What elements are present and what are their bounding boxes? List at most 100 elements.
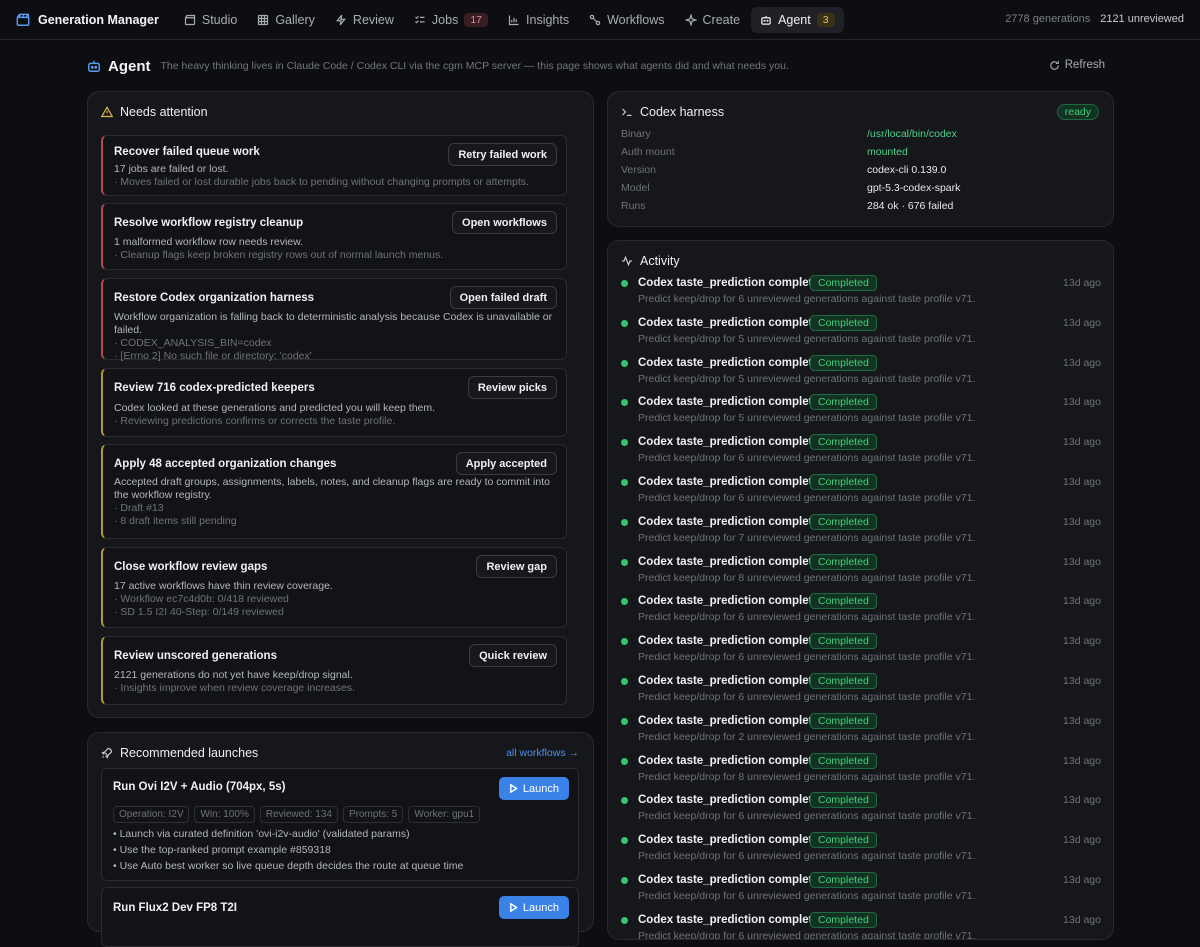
activity-item[interactable]: Codex taste_prediction completed Complete… [621,474,1101,514]
nav-item-create[interactable]: Create [676,7,750,33]
bar-chart-icon [508,15,519,25]
quick-review-button[interactable]: Quick review [469,644,557,667]
attention-subline: · Cleanup flags keep broken registry row… [114,249,444,261]
attention-line: 17 active workflows have thin review cov… [114,580,333,592]
nav-item-review[interactable]: Review [326,7,403,33]
launch-bullet: • Use Auto best worker so live queue dep… [113,860,464,872]
status-dot [621,877,628,884]
activity-time: 13d ago [1063,635,1101,648]
launch-button[interactable]: Launch [498,896,569,919]
brand[interactable]: Generation Manager [16,13,159,27]
activity-item[interactable]: Codex taste_prediction completed Complete… [621,633,1101,673]
activity-item[interactable]: Codex taste_prediction completed Complete… [621,394,1101,434]
clapperboard-icon [16,13,30,26]
attention-card: Restore Codex organization harness Open … [101,278,567,363]
nav-item-studio[interactable]: Studio [175,7,246,33]
status-dot [621,359,628,367]
activity-item[interactable]: Codex taste_prediction completed Complete… [621,832,1101,872]
activity-item[interactable]: Codex taste_prediction completed Complete… [621,792,1101,832]
activity-item[interactable]: Codex taste_prediction completed Complete… [621,314,1101,355]
status-dot [621,598,628,606]
open-failed-draft-button[interactable]: Open failed draft [449,286,557,309]
status-dot [621,439,628,447]
activity-title: Codex taste_prediction completed [638,436,826,449]
attention-card-body: 2121 generations do not yet have keep/dr… [114,669,554,695]
activity-item[interactable]: Codex taste_prediction completed Complete… [621,553,1101,594]
activity-time: 13d ago [1063,356,1101,369]
launch-button-label: Launch [522,782,559,795]
panel-header: Recommended launches [101,746,258,760]
activity-title: Codex taste_prediction completed [638,515,826,528]
activity-item[interactable]: Codex taste_prediction completed Complete… [621,434,1101,474]
refresh-button[interactable]: Refresh [1049,59,1105,71]
all-workflows-link[interactable]: all workflows → [506,747,579,759]
activity-item[interactable]: Codex taste_prediction completed Complete… [621,513,1101,554]
activity-item[interactable]: Codex taste_prediction completed Complete… [621,712,1101,753]
chip-prompts: Prompts: 5 [343,806,404,823]
nav-item-insights[interactable]: Insights [499,7,578,33]
panel-title: Recommended launches [120,746,259,760]
panel-header: Needs attention [101,105,208,119]
activity-time: 13d ago [1063,874,1101,886]
activity-description: Predict keep/drop for 6 unreviewed gener… [638,492,976,504]
status-badge: Completed [810,673,877,689]
row-value: mounted [867,146,908,158]
jobs-count-badge: 17 [464,12,489,27]
page-subtitle: The heavy thinking lives in Claude Code … [160,60,789,72]
attention-card-title: Review 716 codex-predicted keepers [114,382,315,394]
nav-item-label: Review [352,12,394,27]
nav-item-workflows[interactable]: Workflows [580,7,673,33]
sparkle-icon [684,13,697,26]
row-value: codex-cli 0.139.0 [867,164,947,176]
needs-attention-panel: Needs attention Recover failed queue wor… [87,91,594,718]
panel-header: Codex harness [621,105,724,119]
review-gap-button[interactable]: Review gap [476,555,557,578]
activity-title: Codex taste_prediction completed [638,874,826,886]
play-icon [509,903,518,912]
activity-description: Predict keep/drop for 5 unreviewed gener… [638,332,976,345]
activity-item[interactable]: Codex taste_prediction completed Complete… [621,673,1101,713]
row-value: 284 ok · 676 failed [867,200,954,212]
status-dot [621,399,628,407]
activity-time: 13d ago [1063,436,1101,449]
apply-accepted-button[interactable]: Apply accepted [455,452,557,475]
warning-icon [101,106,113,118]
activity-description: Predict keep/drop for 2 unreviewed gener… [638,730,976,743]
row-value: gpt-5.3-codex-spark [867,182,961,194]
lightning-icon [335,14,346,25]
attention-subline: · CODEX_ANALYSIS_BIN=codex [114,337,272,349]
activity-item[interactable]: Codex taste_prediction completed Complete… [621,354,1101,395]
nav-item-agent[interactable]: Agent 3 [751,6,844,33]
attention-card-title: Close workflow review gaps [114,561,268,573]
activity-time: 13d ago [1063,834,1101,847]
activity-title: Codex taste_prediction completed [638,476,826,488]
activity-time: 13d ago [1063,476,1101,488]
nav-item-gallery[interactable]: Gallery [248,7,324,33]
attention-card-body: Workflow organization is falling back to… [114,311,554,363]
activity-description: Predict keep/drop for 6 unreviewed gener… [638,850,976,863]
open-workflows-button[interactable]: Open workflows [452,211,557,234]
activity-item[interactable]: Codex taste_prediction completed Complete… [621,872,1101,912]
nav-item-label: Gallery [275,12,315,27]
activity-time: 13d ago [1063,595,1101,608]
activity-item[interactable]: Codex taste_prediction completed Complete… [621,911,1101,939]
activity-description: Predict keep/drop for 6 unreviewed gener… [638,452,976,465]
nav-item-label: Workflows [607,12,665,27]
status-badge: Completed [810,394,877,411]
nav-item-jobs[interactable]: Jobs 17 [405,7,497,33]
activity-title: Codex taste_prediction completed [638,595,826,608]
status-badge: Completed [810,633,877,650]
activity-title: Codex taste_prediction completed [638,834,826,847]
status-dot [621,757,628,765]
launch-button[interactable]: Launch [498,777,569,800]
activity-item[interactable]: Codex taste_prediction completed Complete… [621,275,1101,315]
launch-card: Run Flux2 Dev FP8 T2I Launch [101,887,579,947]
activity-item[interactable]: Codex taste_prediction completed Complete… [621,593,1101,633]
status-dot [621,319,628,327]
nav-item-label: Jobs [431,12,459,27]
activity-item[interactable]: Codex taste_prediction completed Complete… [621,752,1101,793]
attention-line: 1 malformed workflow row needs review. [114,236,304,248]
chip-win: Win: 100% [194,806,255,823]
review-picks-button[interactable]: Review picks [467,376,557,399]
launch-bullet: • Launch via curated definition 'ovi-i2v… [113,828,410,840]
